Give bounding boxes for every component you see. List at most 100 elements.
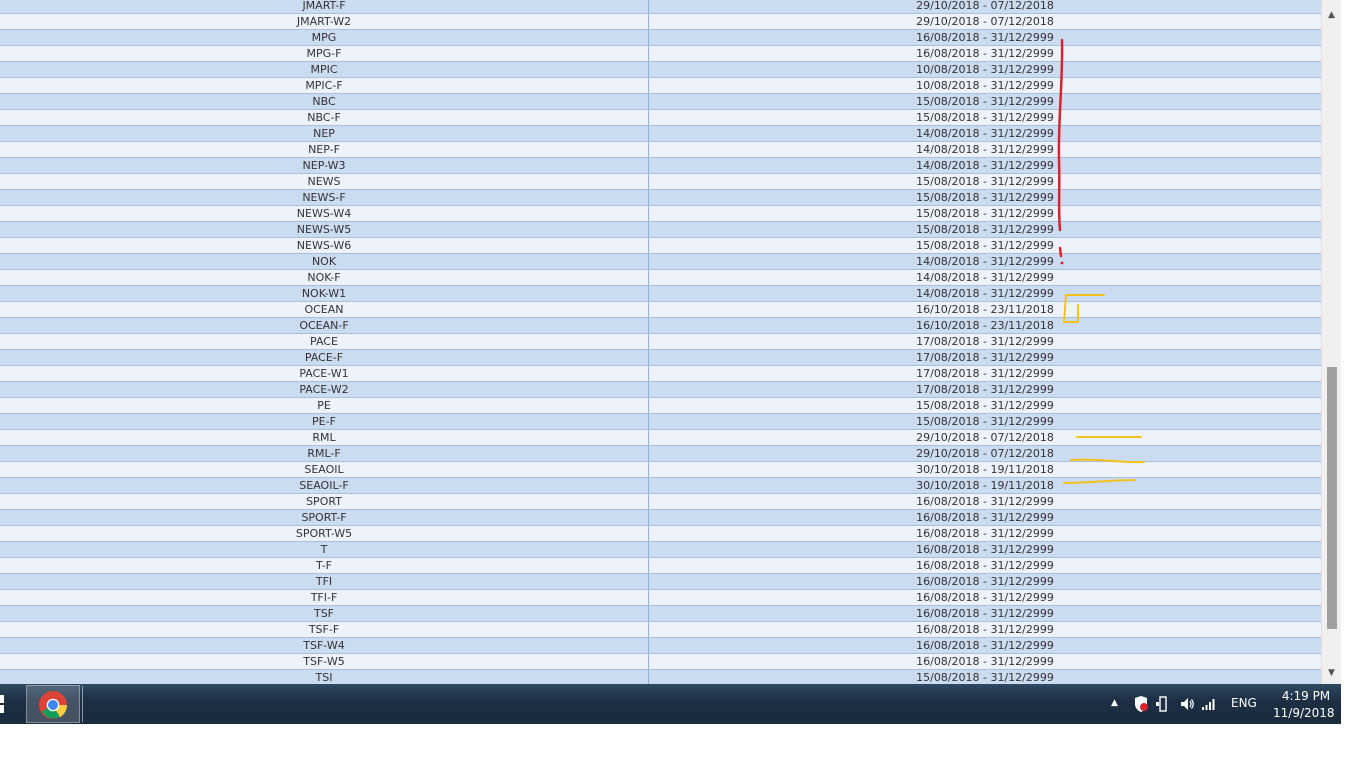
row-code-cell: T-F bbox=[0, 558, 649, 573]
table-row[interactable]: SEAOIL 30/10/2018 - 19/11/2018 bbox=[0, 462, 1321, 478]
table-row[interactable]: OCEAN-F 16/10/2018 - 23/11/2018 bbox=[0, 318, 1321, 334]
row-date-range-cell: 15/08/2018 - 31/12/2999 bbox=[916, 207, 1054, 220]
table-row[interactable]: PACE-F 17/08/2018 - 31/12/2999 bbox=[0, 350, 1321, 366]
table-row[interactable]: OCEAN 16/10/2018 - 23/11/2018 bbox=[0, 302, 1321, 318]
windows-logo-icon bbox=[0, 695, 4, 713]
taskbar-chrome-button[interactable] bbox=[26, 685, 80, 723]
row-code-cell: SPORT-W5 bbox=[0, 526, 649, 541]
row-code-cell: NOK-W1 bbox=[0, 286, 649, 301]
table-row[interactable]: T 16/08/2018 - 31/12/2999 bbox=[0, 542, 1321, 558]
row-date-range-cell: 16/10/2018 - 23/11/2018 bbox=[916, 319, 1054, 332]
scroll-thumb[interactable] bbox=[1327, 367, 1337, 629]
table-row[interactable]: RML-F 29/10/2018 - 07/12/2018 bbox=[0, 446, 1321, 462]
show-hidden-icons-chevron-icon[interactable]: ▲ bbox=[1111, 698, 1118, 716]
table-row[interactable]: SPORT 16/08/2018 - 31/12/2999 bbox=[0, 494, 1321, 510]
row-date-range-cell: 15/08/2018 - 31/12/2999 bbox=[916, 95, 1054, 108]
table-row[interactable]: MPIC 10/08/2018 - 31/12/2999 bbox=[0, 62, 1321, 78]
table-row[interactable]: PE 15/08/2018 - 31/12/2999 bbox=[0, 398, 1321, 414]
data-table: JMART-F 29/10/2018 - 07/12/2018 JMART-W2 29… bbox=[0, 0, 1321, 684]
battery-icon[interactable] bbox=[1155, 695, 1169, 713]
table-row[interactable]: NOK-W1 14/08/2018 - 31/12/2999 bbox=[0, 286, 1321, 302]
table-row[interactable]: JMART-F 29/10/2018 - 07/12/2018 bbox=[0, 0, 1321, 14]
row-code-cell: NEWS-F bbox=[0, 190, 649, 205]
table-row[interactable]: PE-F 15/08/2018 - 31/12/2999 bbox=[0, 414, 1321, 430]
row-code-cell: NEP bbox=[0, 126, 649, 141]
table-row[interactable]: NEWS-W5 15/08/2018 - 31/12/2999 bbox=[0, 222, 1321, 238]
table-row[interactable]: SPORT-F 16/08/2018 - 31/12/2999 bbox=[0, 510, 1321, 526]
row-code-cell: PACE-F bbox=[0, 350, 649, 365]
table-row[interactable]: MPIC-F 10/08/2018 - 31/12/2999 bbox=[0, 78, 1321, 94]
row-date-range-cell: 14/08/2018 - 31/12/2999 bbox=[916, 287, 1054, 300]
row-date-range-cell: 29/10/2018 - 07/12/2018 bbox=[916, 0, 1054, 12]
table-row[interactable]: MPG-F 16/08/2018 - 31/12/2999 bbox=[0, 46, 1321, 62]
row-date-range-cell: 15/08/2018 - 31/12/2999 bbox=[916, 111, 1054, 124]
row-code-cell: OCEAN bbox=[0, 302, 649, 317]
table-row[interactable]: NEP-W3 14/08/2018 - 31/12/2999 bbox=[0, 158, 1321, 174]
row-code-cell: TSF-W5 bbox=[0, 654, 649, 669]
table-row[interactable]: TFI-F 16/08/2018 - 31/12/2999 bbox=[0, 590, 1321, 606]
row-date-range-cell: 30/10/2018 - 19/11/2018 bbox=[916, 463, 1054, 476]
table-row[interactable]: NBC 15/08/2018 - 31/12/2999 bbox=[0, 94, 1321, 110]
vertical-scrollbar[interactable]: ▲ ▼ bbox=[1321, 0, 1341, 684]
row-date-range-cell: 16/08/2018 - 31/12/2999 bbox=[916, 639, 1054, 652]
row-date-range-cell: 15/08/2018 - 31/12/2999 bbox=[916, 191, 1054, 204]
table-row[interactable]: NEWS-W4 15/08/2018 - 31/12/2999 bbox=[0, 206, 1321, 222]
row-date-range-cell: 16/10/2018 - 23/11/2018 bbox=[916, 303, 1054, 316]
row-date-range-cell: 14/08/2018 - 31/12/2999 bbox=[916, 271, 1054, 284]
row-date-range-cell: 15/08/2018 - 31/12/2999 bbox=[916, 415, 1054, 428]
row-date-range-cell: 30/10/2018 - 19/11/2018 bbox=[916, 479, 1054, 492]
table-row[interactable]: SEAOIL-F 30/10/2018 - 19/11/2018 bbox=[0, 478, 1321, 494]
table-row[interactable]: TSF 16/08/2018 - 31/12/2999 bbox=[0, 606, 1321, 622]
table-row[interactable]: TSI 15/08/2018 - 31/12/2999 bbox=[0, 670, 1321, 684]
row-date-range-cell: 16/08/2018 - 31/12/2999 bbox=[916, 527, 1054, 540]
row-code-cell: TSF-W4 bbox=[0, 638, 649, 653]
row-code-cell: MPIC-F bbox=[0, 78, 649, 93]
row-code-cell: OCEAN-F bbox=[0, 318, 649, 333]
table-row[interactable]: PACE-W1 17/08/2018 - 31/12/2999 bbox=[0, 366, 1321, 382]
table-row[interactable]: NEP-F 14/08/2018 - 31/12/2999 bbox=[0, 142, 1321, 158]
start-button[interactable] bbox=[0, 686, 22, 722]
row-date-range-cell: 16/08/2018 - 31/12/2999 bbox=[916, 655, 1054, 668]
table-row[interactable]: RML 29/10/2018 - 07/12/2018 bbox=[0, 430, 1321, 446]
table-row[interactable]: TSF-W5 16/08/2018 - 31/12/2999 bbox=[0, 654, 1321, 670]
row-date-range-cell: 10/08/2018 - 31/12/2999 bbox=[916, 79, 1054, 92]
table-row[interactable]: TFI 16/08/2018 - 31/12/2999 bbox=[0, 574, 1321, 590]
network-signal-icon[interactable] bbox=[1201, 695, 1217, 713]
row-code-cell: PE bbox=[0, 398, 649, 413]
scroll-down-button[interactable]: ▼ bbox=[1322, 665, 1341, 682]
row-code-cell: MPG bbox=[0, 30, 649, 45]
table-row[interactable]: MPG 16/08/2018 - 31/12/2999 bbox=[0, 30, 1321, 46]
clock-date[interactable]: 11/9/2018 bbox=[1273, 706, 1335, 720]
row-code-cell: PACE bbox=[0, 334, 649, 349]
row-date-range-cell: 15/08/2018 - 31/12/2999 bbox=[916, 223, 1054, 236]
table-row[interactable]: TSF-W4 16/08/2018 - 31/12/2999 bbox=[0, 638, 1321, 654]
scroll-up-button[interactable]: ▲ bbox=[1322, 7, 1341, 24]
table-row[interactable]: NOK-F 14/08/2018 - 31/12/2999 bbox=[0, 270, 1321, 286]
table-row[interactable]: NBC-F 15/08/2018 - 31/12/2999 bbox=[0, 110, 1321, 126]
volume-icon[interactable] bbox=[1179, 695, 1195, 713]
row-date-range-cell: 14/08/2018 - 31/12/2999 bbox=[916, 127, 1054, 140]
row-date-range-cell: 16/08/2018 - 31/12/2999 bbox=[916, 511, 1054, 524]
row-code-cell: PACE-W2 bbox=[0, 382, 649, 397]
table-row[interactable]: NOK 14/08/2018 - 31/12/2999 bbox=[0, 254, 1321, 270]
table-row[interactable]: SPORT-W5 16/08/2018 - 31/12/2999 bbox=[0, 526, 1321, 542]
table-row[interactable]: NEWS-F 15/08/2018 - 31/12/2999 bbox=[0, 190, 1321, 206]
table-row[interactable]: T-F 16/08/2018 - 31/12/2999 bbox=[0, 558, 1321, 574]
security-shield-icon[interactable] bbox=[1133, 695, 1149, 713]
table-row[interactable]: JMART-W2 29/10/2018 - 07/12/2018 bbox=[0, 14, 1321, 30]
row-code-cell: NBC bbox=[0, 94, 649, 109]
table-row[interactable]: NEWS 15/08/2018 - 31/12/2999 bbox=[0, 174, 1321, 190]
table-row[interactable]: NEWS-W6 15/08/2018 - 31/12/2999 bbox=[0, 238, 1321, 254]
taskbar: ▲ ENG 4:19 PM 11/9/2018 bbox=[0, 684, 1341, 724]
row-code-cell: PACE-W1 bbox=[0, 366, 649, 381]
row-date-range-cell: 16/08/2018 - 31/12/2999 bbox=[916, 543, 1054, 556]
row-date-range-cell: 29/10/2018 - 07/12/2018 bbox=[916, 15, 1054, 28]
clock-time[interactable]: 4:19 PM bbox=[1278, 689, 1334, 703]
language-indicator[interactable]: ENG bbox=[1231, 696, 1257, 710]
table-row[interactable]: PACE 17/08/2018 - 31/12/2999 bbox=[0, 334, 1321, 350]
table-row[interactable]: PACE-W2 17/08/2018 - 31/12/2999 bbox=[0, 382, 1321, 398]
table-row[interactable]: TSF-F 16/08/2018 - 31/12/2999 bbox=[0, 622, 1321, 638]
table-row[interactable]: NEP 14/08/2018 - 31/12/2999 bbox=[0, 126, 1321, 142]
row-code-cell: NEWS bbox=[0, 174, 649, 189]
row-date-range-cell: 16/08/2018 - 31/12/2999 bbox=[916, 623, 1054, 636]
